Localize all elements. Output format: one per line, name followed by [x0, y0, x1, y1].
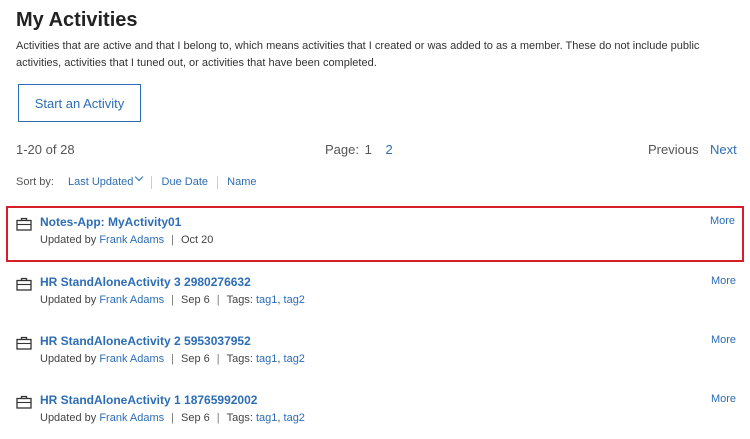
pagination-bar: 1-20 of 28 Page: 1 2 Previous Next	[16, 142, 738, 160]
sort-last-updated[interactable]: Last Updated	[67, 172, 144, 188]
tag-link[interactable]: tag2	[284, 412, 305, 424]
activity-meta: Updated by Frank Adams | Sep 6 | Tags: tag1,…	[40, 412, 305, 424]
more-link[interactable]: More	[711, 275, 736, 287]
briefcase-icon	[16, 336, 32, 350]
tag-link[interactable]: tag1	[256, 353, 277, 365]
tag-link[interactable]: tag2	[284, 294, 305, 306]
more-link[interactable]: More	[711, 334, 736, 346]
activity-title-link[interactable]: HR StandAloneActivity 1 18765992002	[40, 393, 257, 407]
meta-separator: |	[216, 294, 220, 306]
activity-meta: Updated by Frank Adams | Oct 20	[40, 234, 213, 246]
activity-row: Notes-App: MyActivity01 Updated by Frank …	[6, 206, 744, 262]
sort-bar: Sort by: Last Updated Due Date Name	[16, 172, 256, 190]
sort-due-date[interactable]: Due Date	[162, 176, 208, 188]
sort-name[interactable]: Name	[227, 176, 256, 188]
page-2-link[interactable]: 2	[385, 142, 392, 157]
tags-label: Tags:	[226, 412, 253, 424]
page-title: My Activities	[16, 9, 138, 31]
page-1-current: 1	[364, 142, 372, 157]
activity-date: Oct 20	[181, 234, 214, 246]
more-link[interactable]: More	[710, 215, 735, 227]
result-count: 1-20 of 28	[16, 142, 75, 157]
tags-label: Tags:	[226, 353, 253, 365]
activity-row: HR StandAloneActivity 1 18765992002 Updat…	[6, 384, 744, 439]
meta-separator: |	[216, 412, 220, 424]
activity-title-link[interactable]: HR StandAloneActivity 3 2980276632	[40, 275, 251, 289]
more-link[interactable]: More	[711, 393, 736, 405]
tag-link[interactable]: tag1	[256, 294, 277, 306]
activity-date: Sep 6	[181, 294, 210, 306]
meta-separator: |	[171, 294, 174, 306]
next-link[interactable]: Next	[710, 142, 737, 157]
user-link[interactable]: Frank Adams	[99, 353, 164, 365]
sort-last-updated-label: Last Updated	[67, 176, 134, 188]
page-selector: Page: 1 2	[325, 142, 393, 157]
activity-title-link[interactable]: Notes-App: MyActivity01	[40, 215, 181, 229]
user-link[interactable]: Frank Adams	[99, 234, 164, 246]
meta-separator: |	[171, 412, 174, 424]
briefcase-icon	[16, 217, 32, 231]
activity-date: Sep 6	[181, 353, 210, 365]
chevron-down-icon	[135, 172, 144, 182]
divider	[217, 176, 219, 189]
briefcase-icon	[16, 277, 32, 291]
updated-by-label: Updated by	[40, 234, 97, 246]
meta-separator: |	[171, 234, 174, 246]
updated-by-label: Updated by	[40, 412, 97, 424]
user-link[interactable]: Frank Adams	[99, 294, 164, 306]
meta-separator: |	[171, 353, 174, 365]
meta-separator: |	[216, 353, 220, 365]
activity-row: HR StandAloneActivity 2 5953037952 Update…	[6, 325, 744, 381]
previous-link: Previous	[648, 142, 699, 157]
page-description: Activities that are active and that I be…	[16, 40, 700, 69]
user-link[interactable]: Frank Adams	[99, 412, 164, 424]
briefcase-icon	[16, 395, 32, 409]
activity-date: Sep 6	[181, 412, 210, 424]
divider	[151, 176, 153, 189]
updated-by-label: Updated by	[40, 294, 97, 306]
tags-label: Tags:	[226, 294, 253, 306]
activity-meta: Updated by Frank Adams | Sep 6 | Tags: tag1,…	[40, 353, 305, 365]
updated-by-label: Updated by	[40, 353, 97, 365]
activity-meta: Updated by Frank Adams | Sep 6 | Tags: tag1,…	[40, 294, 305, 306]
tag-link[interactable]: tag2	[284, 353, 305, 365]
sort-label: Sort by:	[16, 176, 54, 188]
page-label: Page:	[325, 142, 359, 157]
activity-title-link[interactable]: HR StandAloneActivity 2 5953037952	[40, 334, 251, 348]
tag-link[interactable]: tag1	[256, 412, 277, 424]
activity-row: HR StandAloneActivity 3 2980276632 Update…	[6, 266, 744, 322]
start-activity-button[interactable]: Start an Activity	[18, 84, 141, 122]
